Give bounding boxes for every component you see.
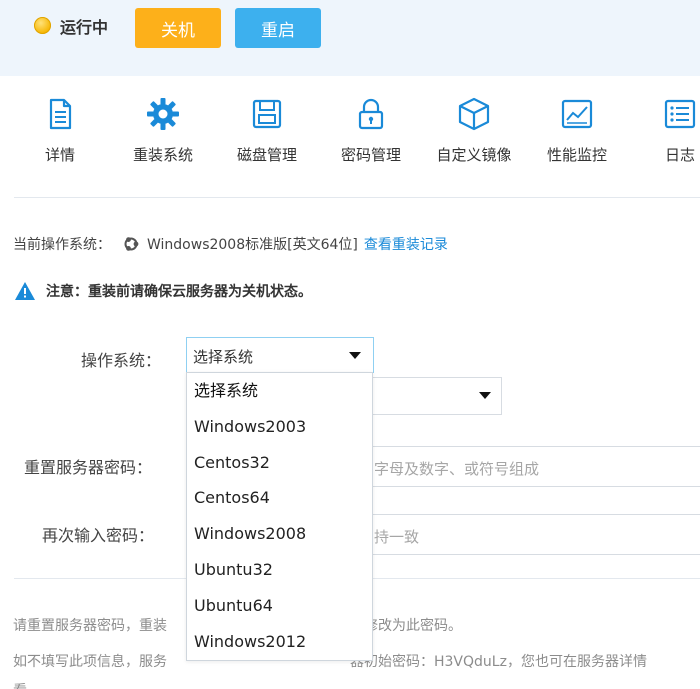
tab-reinstall-system[interactable]: 重装系统 — [118, 96, 208, 165]
tab-label: 磁盘管理 — [236, 146, 297, 164]
password-label: 重置服务器密码： — [24, 458, 153, 477]
tip-text: 器初始密码：H3VQduLz，您也可在服务器详情 — [350, 654, 647, 670]
chart-icon — [561, 99, 593, 129]
chevron-down-icon — [479, 392, 491, 399]
tab-label: 重装系统 — [132, 146, 193, 164]
dropdown-option[interactable]: Windows2012 — [187, 624, 372, 660]
dropdown-option[interactable]: Ubuntu32 — [187, 552, 372, 588]
current-os-label: 当前操作系统： — [13, 237, 111, 253]
divider — [14, 197, 700, 198]
dropdown-option[interactable]: Windows2008 — [187, 516, 372, 552]
restart-button[interactable]: 重启 — [235, 8, 321, 48]
os-select-value: 选择系统 — [193, 348, 254, 366]
os-select[interactable]: 选择系统 — [186, 337, 374, 373]
list-icon — [664, 99, 696, 129]
confirm-password-input[interactable]: 持一致 — [372, 514, 700, 555]
tab-custom-image[interactable]: 自定义镜像 — [429, 96, 519, 165]
tip-line-3: 看 — [13, 680, 27, 689]
tab-password-management[interactable]: 密码管理 — [326, 96, 416, 165]
ubuntu-logo-icon — [124, 237, 139, 251]
password-input[interactable]: 字母及数字、或符号组成 — [372, 446, 700, 487]
dropdown-option[interactable]: Centos64 — [187, 480, 372, 516]
os-version-select[interactable] — [372, 377, 502, 415]
dropdown-option[interactable]: Windows2003 — [187, 409, 372, 445]
tab-label: 密码管理 — [340, 146, 401, 164]
os-label: 操作系统： — [81, 351, 162, 370]
tab-label: 详情 — [44, 146, 75, 164]
tab-label: 自定义镜像 — [436, 146, 512, 164]
tab-label: 日志 — [664, 146, 695, 164]
confirm-password-placeholder: 持一致 — [374, 528, 420, 546]
dropdown-option[interactable]: Ubuntu64 — [187, 588, 372, 624]
tab-details[interactable]: 详情 — [15, 96, 105, 165]
tip-text: 如不填写此项信息，服务 — [13, 654, 167, 670]
chevron-down-icon — [349, 352, 361, 359]
status-indicator-icon — [34, 17, 51, 34]
tab-disk-management[interactable]: 磁盘管理 — [222, 96, 312, 165]
current-os-value: Windows2008标准版[英文64位] — [147, 237, 358, 253]
tab-logs[interactable]: 日志 — [635, 96, 700, 165]
disk-icon — [252, 99, 282, 129]
dropdown-option[interactable]: Centos32 — [187, 445, 372, 481]
lock-icon — [358, 98, 384, 130]
cube-icon — [458, 97, 490, 131]
tab-performance-monitoring[interactable]: 性能监控 — [532, 96, 622, 165]
warning-icon — [15, 282, 35, 300]
tip-text: 请重置服务器密码，重装 — [13, 618, 167, 634]
view-reinstall-history-link[interactable]: 查看重装记录 — [364, 234, 448, 254]
tip-text: 修改为此密码。 — [364, 618, 462, 634]
document-icon — [49, 98, 72, 130]
current-os-row: 当前操作系统： Windows2008标准版[英文64位] 查看重装记录 — [13, 234, 448, 254]
notice: 注意：重装前请确保云服务器为关机状态。 — [14, 281, 312, 301]
notice-text: 注意：重装前请确保云服务器为关机状态。 — [46, 284, 312, 300]
dropdown-option[interactable]: 选择系统 — [187, 373, 372, 409]
top-status-bar: 运行中 关机 重启 — [0, 0, 700, 76]
status-text: 运行中 — [60, 18, 109, 37]
confirm-password-label: 再次输入密码： — [42, 526, 155, 545]
gear-icon — [147, 98, 179, 130]
tab-label: 性能监控 — [546, 146, 607, 164]
shutdown-button[interactable]: 关机 — [135, 8, 221, 48]
os-dropdown-list: 选择系统 Windows2003 Centos32 Centos64 Windo… — [186, 372, 373, 661]
password-placeholder: 字母及数字、或符号组成 — [374, 460, 540, 478]
